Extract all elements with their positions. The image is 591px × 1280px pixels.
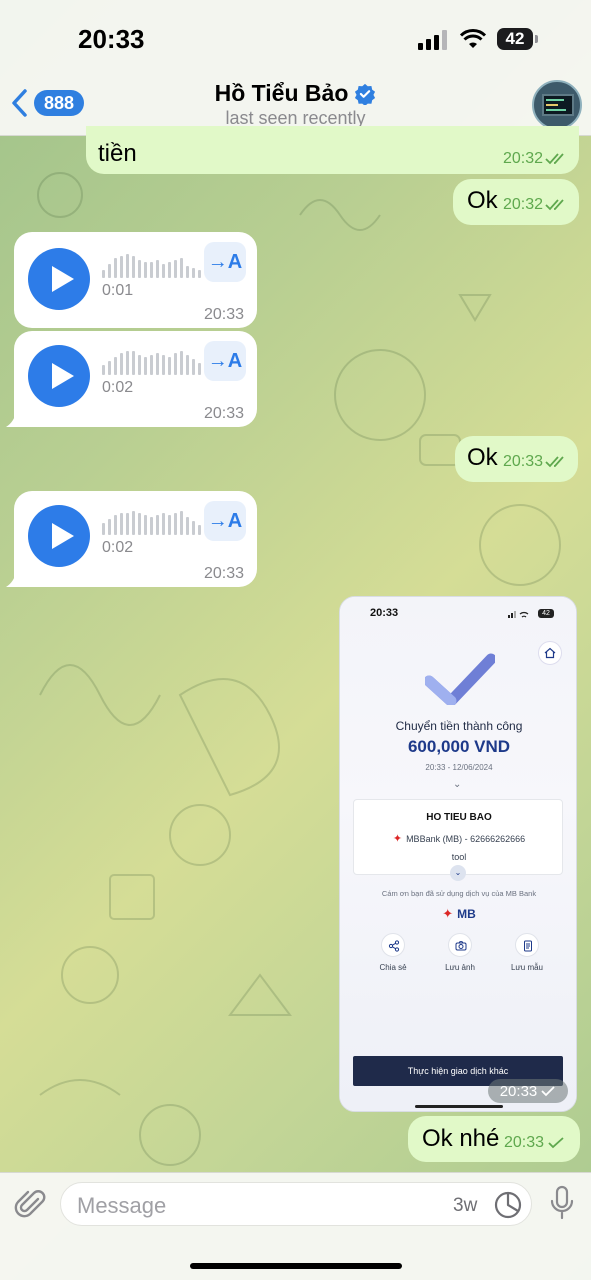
share-label: Chia sẻ [379, 963, 407, 972]
voice-duration: 0:02 [102, 379, 134, 396]
message-text: tiền [98, 140, 137, 167]
message-time: 20:33 [204, 565, 245, 582]
share-icon [381, 933, 405, 957]
mb-star-icon: ✦ [392, 833, 403, 845]
avatar-line [546, 109, 566, 111]
double-check-icon [545, 153, 564, 165]
avatar-line [546, 99, 564, 101]
voice-waveform[interactable] [102, 511, 201, 535]
outgoing-message[interactable]: Ok 20:32 [453, 179, 579, 225]
success-check-icon [425, 653, 495, 705]
avatar-line [546, 104, 558, 106]
share-action: Chia sẻ [370, 933, 416, 972]
save-template-label: Lưu mẫu [510, 963, 544, 972]
check-icon [541, 1086, 555, 1097]
mb-logo-text: MB [457, 907, 476, 921]
sticker-icon[interactable] [494, 1191, 522, 1219]
message-text: Ok [467, 187, 498, 214]
voice-waveform[interactable] [102, 351, 201, 375]
chat-title[interactable]: Hồ Tiểu Bảo [0, 80, 591, 107]
play-button[interactable] [28, 248, 90, 310]
image-message[interactable]: 20:33 42 Chuyển tiền thành công 600,000 … [339, 596, 577, 1112]
save-image-label: Lưu ảnh [445, 963, 475, 972]
expand-icon: ⌄ [450, 865, 466, 881]
battery-tip [535, 35, 538, 43]
mb-star-icon: ✦ [442, 906, 454, 921]
voice-waveform[interactable] [102, 254, 201, 278]
double-check-icon [545, 456, 564, 468]
transcribe-button[interactable]: →A [204, 341, 246, 381]
bubble-tail [6, 572, 22, 587]
incoming-voice-message[interactable]: 0:02 →A 20:33 [14, 491, 257, 587]
transcribe-button[interactable]: →A [204, 242, 246, 282]
voice-duration: 0:01 [102, 282, 134, 299]
message-time: 20:32 [503, 196, 544, 213]
message-meta: 20:32 [503, 196, 567, 214]
contact-name: Hồ Tiểu Bảo [214, 80, 349, 106]
message-text: Ok nhé [422, 1125, 500, 1152]
contact-avatar[interactable] [532, 80, 582, 130]
message-time: 20:33 [503, 453, 544, 470]
self-destruct-timer[interactable]: 3w [453, 1195, 477, 1217]
transcribe-button[interactable]: →A [204, 501, 246, 541]
outgoing-message[interactable]: Ok nhé 20:33 [408, 1116, 580, 1162]
wifi-icon [460, 29, 486, 48]
screenshot-home-button [538, 641, 562, 665]
thanks-text: Cám ơn bạn đã sử dụng dịch vụ của MB Ban… [381, 889, 537, 898]
transfer-datetime: 20:33 - 12/06/2024 [425, 763, 493, 772]
save-template-action: Lưu mẫu [504, 933, 550, 972]
cellular-signal-icon [418, 30, 447, 50]
incoming-voice-message[interactable]: 0:01 →A 20:33 [14, 232, 257, 328]
battery-icon: 42 [497, 28, 533, 50]
recipient-name: HO TIEU BAO [426, 812, 492, 823]
double-check-icon [545, 199, 564, 211]
recipient-card: HO TIEU BAO ✦ MBBank (MB) - 62666262666 t… [353, 799, 563, 875]
screenshot-battery-icon: 42 [538, 609, 554, 618]
transfer-note: tool [451, 852, 467, 862]
message-input[interactable]: Message 3w [60, 1182, 532, 1226]
message-placeholder: Message [77, 1193, 167, 1218]
message-input-bar: Message 3w [0, 1172, 591, 1280]
document-icon [515, 933, 539, 957]
screenshot-clock: 20:33 [370, 607, 399, 619]
clock: 20:33 [78, 24, 145, 54]
message-time: 20:33 [499, 1082, 538, 1100]
check-icon [548, 1137, 564, 1149]
save-image-action: Lưu ảnh [437, 933, 483, 972]
transfer-amount: 600,000 VND [407, 737, 511, 756]
bubble-tail [6, 412, 22, 427]
chevron-down-icon: ⌄ [453, 779, 462, 790]
play-button[interactable] [28, 505, 90, 567]
verified-badge-icon [355, 83, 376, 105]
status-bar: 20:33 42 [0, 0, 591, 80]
mb-logo: ✦ MB [340, 906, 576, 922]
camera-icon [448, 933, 472, 957]
incoming-voice-message[interactable]: 0:02 →A 20:33 [14, 331, 257, 427]
home-indicator [190, 1263, 402, 1269]
message-meta: 20:32 [503, 150, 567, 168]
message-meta: 20:33 [504, 1134, 568, 1152]
transfer-status: Chuyển tiền thành công [395, 719, 523, 733]
image-time-overlay: 20:33 [488, 1079, 568, 1103]
message-time: 20:33 [204, 306, 245, 323]
screenshot-actions: Chia sẻ Lưu ảnh Lưu mẫu [370, 933, 550, 972]
screenshot-home-indicator [415, 1105, 503, 1108]
home-icon [544, 647, 556, 659]
screenshot-signal-icon [508, 611, 529, 618]
outgoing-message[interactable]: Ok 20:33 [455, 436, 578, 482]
message-time: 20:33 [204, 405, 245, 422]
recipient-bank-row: ✦ MBBank (MB) - 62666262666 [354, 832, 564, 845]
recipient-bank: MBBank (MB) - 62666262666 [406, 834, 526, 844]
message-time: 20:33 [504, 1134, 545, 1151]
message-meta: 20:33 [503, 453, 567, 471]
voice-duration: 0:02 [102, 539, 134, 556]
paperclip-icon[interactable] [14, 1187, 48, 1221]
message-text: Ok [467, 444, 498, 471]
microphone-icon[interactable] [548, 1185, 576, 1221]
outgoing-message[interactable]: tiền 20:32 [86, 126, 579, 174]
play-button[interactable] [28, 345, 90, 407]
message-time: 20:32 [503, 150, 544, 167]
